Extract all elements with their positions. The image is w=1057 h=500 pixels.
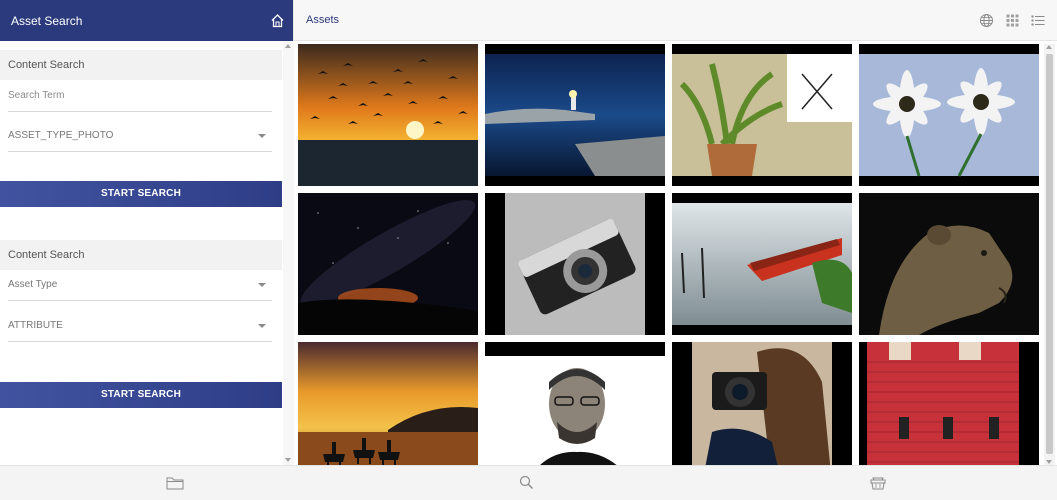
asset-type-select-1[interactable]: ASSET_TYPE_PHOTO [8, 120, 272, 152]
attribute-select[interactable]: ATTRIBUTE [8, 310, 272, 342]
thumbnail-horse-riders-sunset[interactable] [298, 342, 478, 465]
scroll-down-arrow-icon[interactable] [285, 458, 291, 462]
thumbnail-potted-plant[interactable] [672, 44, 852, 186]
chevron-down-icon [258, 323, 266, 328]
asset-search-panel: Asset Search Content Search ASSET_TYPE_P… [0, 0, 294, 465]
start-search-button-2[interactable]: START SEARCH [0, 382, 282, 408]
grid-view-icon[interactable] [1006, 14, 1019, 27]
left-scrollbar[interactable] [283, 41, 294, 465]
thumbnail-birds-sunset[interactable] [298, 44, 478, 186]
scroll-down-arrow-icon[interactable] [1046, 460, 1052, 464]
asset-type-select-value: Asset Type [8, 279, 58, 290]
basket-icon[interactable] [870, 476, 886, 495]
scroll-up-arrow-icon[interactable] [285, 44, 291, 48]
thumbnail-vintage-camera[interactable] [485, 193, 665, 335]
search-forms-scroll-area: Content Search ASSET_TYPE_PHOTO START SE… [0, 41, 294, 465]
assets-header: Assets [294, 0, 1057, 41]
folder-icon[interactable] [166, 476, 184, 495]
thumbnail-daisies[interactable] [859, 44, 1039, 186]
list-view-icon[interactable] [1031, 14, 1045, 27]
bottom-toolbar [0, 465, 1057, 500]
chevron-down-icon [258, 133, 266, 138]
search-icon[interactable] [519, 475, 534, 495]
search-term-field[interactable] [8, 80, 272, 112]
asset-type-select-value: ASSET_TYPE_PHOTO [8, 130, 114, 141]
attribute-select-value: ATTRIBUTE [8, 320, 63, 331]
thumbnail-portrait-man[interactable] [485, 342, 665, 465]
scrollbar-thumb[interactable] [1046, 54, 1053, 454]
globe-icon[interactable] [979, 13, 994, 28]
search-term-input[interactable] [8, 90, 266, 101]
content-search-heading-1: Content Search [0, 50, 282, 80]
start-search-button-1[interactable]: START SEARCH [0, 181, 282, 207]
content-search-heading-2: Content Search [0, 240, 282, 270]
home-icon[interactable] [270, 13, 285, 28]
thumbnail-red-rowboat[interactable] [672, 193, 852, 335]
asset-search-title: Asset Search [11, 13, 83, 28]
asset-thumbnail-grid [298, 44, 1039, 465]
chevron-down-icon [258, 282, 266, 287]
asset-type-select-2[interactable]: Asset Type [8, 269, 272, 301]
assets-panel: Assets [294, 0, 1057, 465]
app-window: Asset Search Content Search ASSET_TYPE_P… [0, 0, 1057, 500]
assets-scrollbar[interactable] [1044, 44, 1055, 465]
thumbnail-photographer-woman[interactable] [672, 342, 852, 465]
thumbnail-red-building[interactable] [859, 342, 1039, 465]
thumbnail-lioness[interactable] [859, 193, 1039, 335]
thumbnail-milky-way-night[interactable] [298, 193, 478, 335]
view-toggle-group [979, 13, 1045, 28]
scroll-up-arrow-icon[interactable] [1046, 45, 1052, 49]
asset-search-header: Asset Search [0, 0, 293, 41]
thumbnail-lighthouse-night[interactable] [485, 44, 665, 186]
assets-title: Assets [306, 14, 340, 26]
